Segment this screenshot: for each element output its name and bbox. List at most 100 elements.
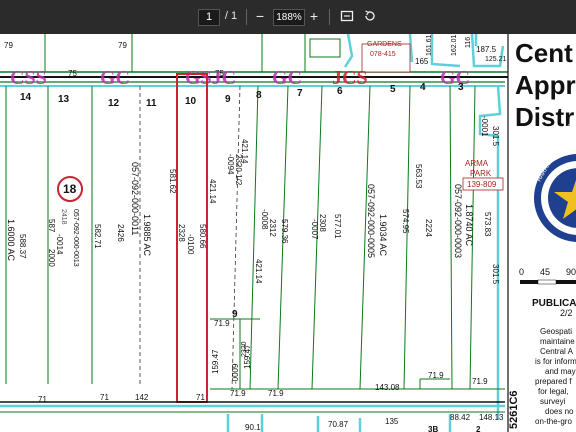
account-number: 057-092-000-0013	[72, 209, 79, 267]
sub-code: 2328	[177, 224, 186, 242]
sub-code: -0008	[260, 209, 269, 230]
lot-dim: 71	[38, 395, 47, 404]
toolbar-divider	[329, 9, 330, 25]
lot-dim: 71	[196, 393, 205, 402]
disclaimer-line: on-the-gro	[535, 417, 572, 426]
sub-code: -0001	[480, 116, 489, 137]
lot-dim: 574.95	[401, 209, 410, 234]
top-number: 79	[4, 41, 13, 50]
bottom-number: 135	[385, 417, 399, 426]
lot-number: 4	[420, 82, 426, 93]
rotate-button[interactable]	[361, 7, 379, 25]
lot-dim: 71.9	[214, 319, 230, 328]
bottom-number: 3B	[428, 425, 438, 432]
disclaimer-line: surveyi	[540, 397, 566, 406]
top-number: 165	[415, 57, 429, 66]
lot-dim: 421.14	[254, 259, 263, 284]
acreage: 1.9034 AC	[378, 214, 388, 257]
sub-code: -0007	[310, 219, 319, 240]
sub-code: -0100	[186, 234, 195, 255]
acreage: 1.8740 AC	[464, 204, 474, 247]
top-number: 161.61	[426, 34, 433, 56]
page-separator: / 1	[224, 9, 238, 24]
lot-dim: 159.47	[211, 349, 220, 374]
lot-dim: 142	[135, 393, 149, 402]
lot-dim: 71	[100, 393, 109, 402]
subdivision-ref: 078-415	[370, 51, 396, 58]
scale-tick: 90	[566, 267, 576, 277]
top-number: 187.5	[476, 45, 497, 54]
svg-text:CSS: CSS	[10, 67, 47, 89]
lot-dim: 563.53	[414, 164, 423, 189]
svg-text:GC: GC	[272, 67, 302, 89]
disclaimer-line: Geospati	[540, 327, 572, 336]
sub-code: 2224	[424, 219, 433, 237]
svg-text:GSJC: GSJC	[185, 67, 236, 89]
svg-text:GC: GC	[440, 67, 470, 89]
disclaimer-line: is for inform	[535, 357, 576, 366]
lot-number: 13	[58, 94, 70, 105]
parcel-map: 79 75 79 75 165 161.61 187.5 125.21 162.…	[0, 34, 576, 432]
lot-dim: 71.9	[428, 371, 444, 380]
bottom-number: 88.42	[450, 413, 471, 422]
account-number: 057-092-000-0003	[453, 184, 463, 258]
block-marker: 18	[63, 182, 77, 196]
lot-number: 11	[146, 98, 157, 109]
lot-dim: 577.01	[333, 214, 342, 239]
sub-code: 2000	[47, 249, 56, 267]
page-number-input[interactable]: 1	[198, 9, 220, 26]
account-number: 057-092-000-0011	[130, 162, 140, 235]
rotate-icon	[365, 10, 375, 21]
subdivision-label-box	[361, 43, 411, 73]
scale-tick: 0	[519, 267, 524, 277]
bottom-number: 148.13	[479, 413, 504, 422]
lot-dim: 143.08	[375, 383, 400, 392]
top-number: 162.01	[451, 34, 458, 56]
zoom-level-input[interactable]: 188%	[273, 9, 305, 26]
disclaimer-line: and may	[545, 367, 576, 376]
pdf-page-view[interactable]: 79 75 79 75 165 161.61 187.5 125.21 162.…	[0, 34, 576, 432]
subdivision-label: GARDENS	[367, 41, 402, 48]
inner-lot-number: 9	[232, 309, 238, 320]
lot-dim: 579.36	[280, 219, 289, 244]
lot-dim: 573.83	[483, 212, 492, 237]
map-id: 5261C6	[508, 390, 520, 429]
disclaimer-line: Central A	[540, 347, 574, 356]
lot-dim: 580.66	[198, 224, 207, 249]
pdf-toolbar: 1 / 1 − 188% +	[0, 0, 576, 34]
zoom-out-button[interactable]: −	[251, 7, 269, 25]
account-number: 057-092-000-0005	[366, 184, 376, 258]
top-number: 116	[465, 37, 472, 48]
sub-code: 2312	[268, 219, 277, 237]
lot-dim: 71.9	[472, 377, 488, 386]
district-title: Distr	[515, 102, 574, 132]
sub-code: 2320	[241, 341, 248, 357]
bottom-number: 70.87	[328, 420, 349, 429]
lot-dim: 421.14	[208, 179, 217, 204]
bottom-number: 90.1	[245, 423, 261, 432]
lot-number: 6	[337, 86, 343, 97]
svg-text:GC: GC	[100, 67, 130, 89]
lot-dim: 588.37	[18, 234, 27, 259]
zoom-in-button[interactable]: +	[305, 7, 323, 25]
scale-tick: 45	[540, 267, 550, 277]
lot-dim: 582.71	[93, 224, 102, 249]
district-title: Appr	[515, 70, 576, 100]
district-title: Cent	[515, 38, 573, 68]
page-slash: /	[224, 10, 228, 22]
sub-code: 2320 1/2	[234, 154, 243, 186]
lot-number: 7	[297, 88, 303, 99]
fit-page-button[interactable]	[338, 7, 356, 25]
top-number: 75	[68, 69, 77, 78]
lot-number: 9	[225, 94, 231, 105]
top-number: 79	[118, 41, 127, 50]
publication-date: 2/2	[560, 308, 573, 318]
park-ref: 139-809	[467, 180, 497, 189]
lot-number: 12	[108, 98, 120, 109]
lot-number: 3	[458, 82, 464, 93]
lot-dim: 301.5	[491, 264, 500, 285]
sub-code: 2308	[318, 214, 327, 232]
fit-page-icon	[340, 10, 354, 22]
disclaimer-line: prepared f	[535, 377, 572, 386]
lot-number: 5	[390, 84, 396, 95]
